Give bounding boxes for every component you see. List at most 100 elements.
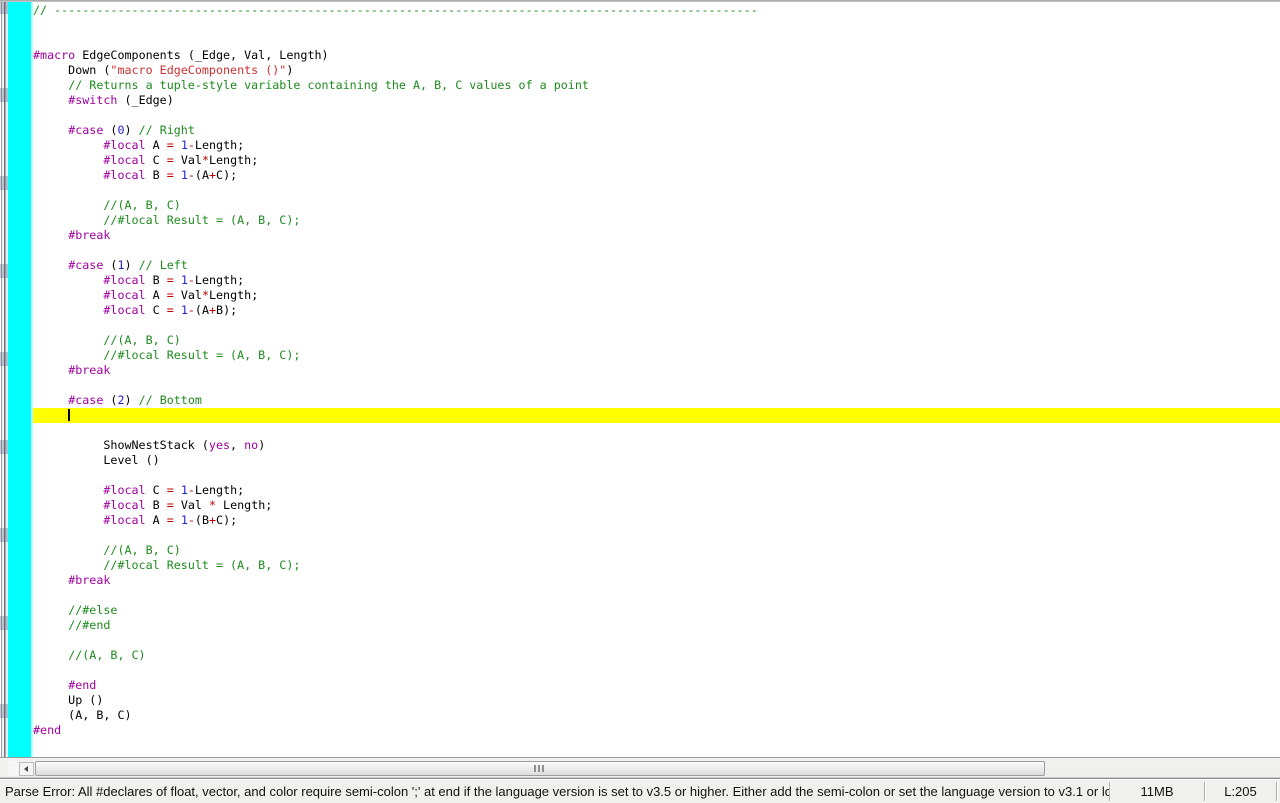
code-token [33,618,68,632]
code-line[interactable]: //(A, B, C) [33,198,1280,213]
code-line[interactable]: Up () [33,693,1280,708]
code-line[interactable]: #local C = 1-Length; [33,483,1280,498]
code-token [33,213,103,227]
code-line[interactable]: (A, B, C) [33,708,1280,723]
code-line[interactable]: Level () [33,453,1280,468]
status-divider [1276,782,1277,801]
code-token: - [188,168,195,182]
code-line[interactable] [33,243,1280,258]
code-token: #local [103,303,145,317]
code-token [174,138,181,152]
code-token: * [202,153,209,167]
code-line[interactable]: ShowNestStack (yes, no) [33,438,1280,453]
code-token: ( [103,393,117,407]
code-token: B [146,168,167,182]
code-line[interactable]: //#local Result = (A, B, C); [33,558,1280,573]
code-token: //#local Result = (A, B, C); [103,558,300,572]
code-token: - [188,273,195,287]
code-token [33,138,103,152]
code-line[interactable]: #switch (_Edge) [33,93,1280,108]
code-line[interactable]: #local C = Val*Length; [33,153,1280,168]
code-line[interactable]: #macro EdgeComponents (_Edge, Val, Lengt… [33,48,1280,63]
code-token [33,573,68,587]
code-token: A [146,513,167,527]
code-token [33,93,68,107]
code-line[interactable]: #local B = 1-(A+C); [33,168,1280,183]
code-line[interactable]: // -------------------------------------… [33,3,1280,18]
code-line[interactable]: //#local Result = (A, B, C); [33,348,1280,363]
scrollbar-thumb[interactable] [35,761,1045,776]
code-token: - [188,483,195,497]
code-line[interactable]: #local B = 1-Length; [33,273,1280,288]
code-line[interactable]: #local A = 1-Length; [33,138,1280,153]
code-token: #end [33,723,61,737]
code-token: #case [68,258,103,272]
code-token [174,303,181,317]
code-line[interactable]: #end [33,723,1280,738]
code-line[interactable] [33,318,1280,333]
code-line[interactable] [33,378,1280,393]
code-line[interactable]: //#local Result = (A, B, C); [33,213,1280,228]
code-token: //(A, B, C) [103,198,180,212]
code-line[interactable]: #local A = 1-(B+C); [33,513,1280,528]
code-token: Up () [33,693,103,707]
code-line[interactable]: #break [33,363,1280,378]
code-token [174,168,181,182]
code-token: = [167,168,174,182]
code-line[interactable]: #local B = Val * Length; [33,498,1280,513]
status-line-indicator: L:205 [1205,784,1276,799]
code-line[interactable] [33,633,1280,648]
code-token [33,678,68,692]
code-token [33,603,68,617]
code-token: Val [174,153,202,167]
code-token: C [146,153,167,167]
code-token: EdgeComponents (_Edge, Val, Length) [75,48,328,62]
scroll-left-button[interactable] [19,762,34,776]
code-line[interactable]: Down ("macro EdgeComponents ()") [33,63,1280,78]
code-line[interactable]: //#end [33,618,1280,633]
scrollbar-track[interactable] [1045,761,1280,776]
code-token: 0 [117,123,124,137]
code-line[interactable] [33,408,1280,423]
code-line[interactable] [33,423,1280,438]
code-line[interactable]: #case (2) // Bottom [33,393,1280,408]
code-line[interactable]: #case (1) // Left [33,258,1280,273]
code-token: Val [174,498,209,512]
code-line[interactable]: #local C = 1-(A+B); [33,303,1280,318]
code-line[interactable]: //(A, B, C) [33,648,1280,663]
horizontal-scrollbar[interactable] [0,757,1280,777]
code-line[interactable] [33,18,1280,33]
code-token [33,393,68,407]
editor-selection-margin[interactable] [8,2,33,757]
code-token: //#local Result = (A, B, C); [103,213,300,227]
code-line[interactable]: #break [33,228,1280,243]
code-line[interactable]: #local A = Val*Length; [33,288,1280,303]
code-token: + [209,168,216,182]
code-line[interactable] [33,183,1280,198]
scrollbar-corner-gap [8,761,18,776]
code-token: Down ( [33,63,110,77]
code-line[interactable]: //(A, B, C) [33,543,1280,558]
code-line[interactable]: #break [33,573,1280,588]
code-line[interactable] [33,468,1280,483]
code-token: = [167,513,174,527]
code-line[interactable] [33,33,1280,48]
code-token: #macro [33,48,75,62]
code-line[interactable]: #end [33,678,1280,693]
code-line[interactable] [33,528,1280,543]
code-token: //#else [68,603,117,617]
code-token [33,363,68,377]
code-line[interactable] [33,108,1280,123]
code-line[interactable]: //(A, B, C) [33,333,1280,348]
code-line[interactable] [33,738,1280,753]
code-line[interactable] [33,588,1280,603]
text-caret [68,409,70,421]
code-token [33,198,103,212]
code-token: // Right [139,123,195,137]
code-line[interactable]: // Returns a tuple-style variable contai… [33,78,1280,93]
code-line[interactable] [33,663,1280,678]
code-area[interactable]: // -------------------------------------… [33,2,1280,757]
code-token: //(A, B, C) [103,543,180,557]
code-line[interactable]: //#else [33,603,1280,618]
code-line[interactable]: #case (0) // Right [33,123,1280,138]
